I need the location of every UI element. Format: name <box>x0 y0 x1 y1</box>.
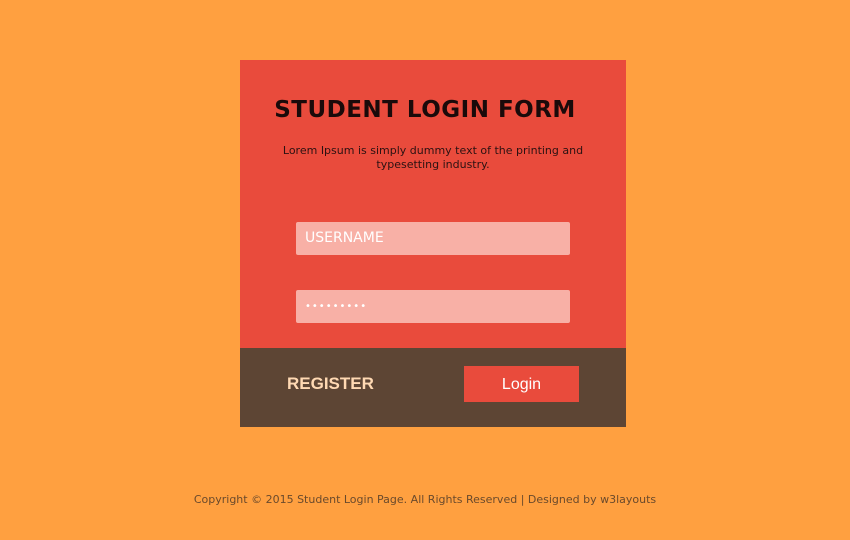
form-title: STUDENT LOGIN FORM <box>274 97 576 123</box>
copyright-text: Copyright © 2015 Student Login Page. All… <box>193 493 657 506</box>
login-button[interactable]: Login <box>464 366 579 402</box>
password-field[interactable]: ••••••••• <box>296 290 570 323</box>
register-link[interactable]: REGISTER <box>287 374 374 394</box>
form-description: Lorem Ipsum is simply dummy text of the … <box>282 144 584 171</box>
page: STUDENT LOGIN FORM Lorem Ipsum is simply… <box>0 0 850 540</box>
username-field[interactable]: USERNAME <box>296 222 570 255</box>
